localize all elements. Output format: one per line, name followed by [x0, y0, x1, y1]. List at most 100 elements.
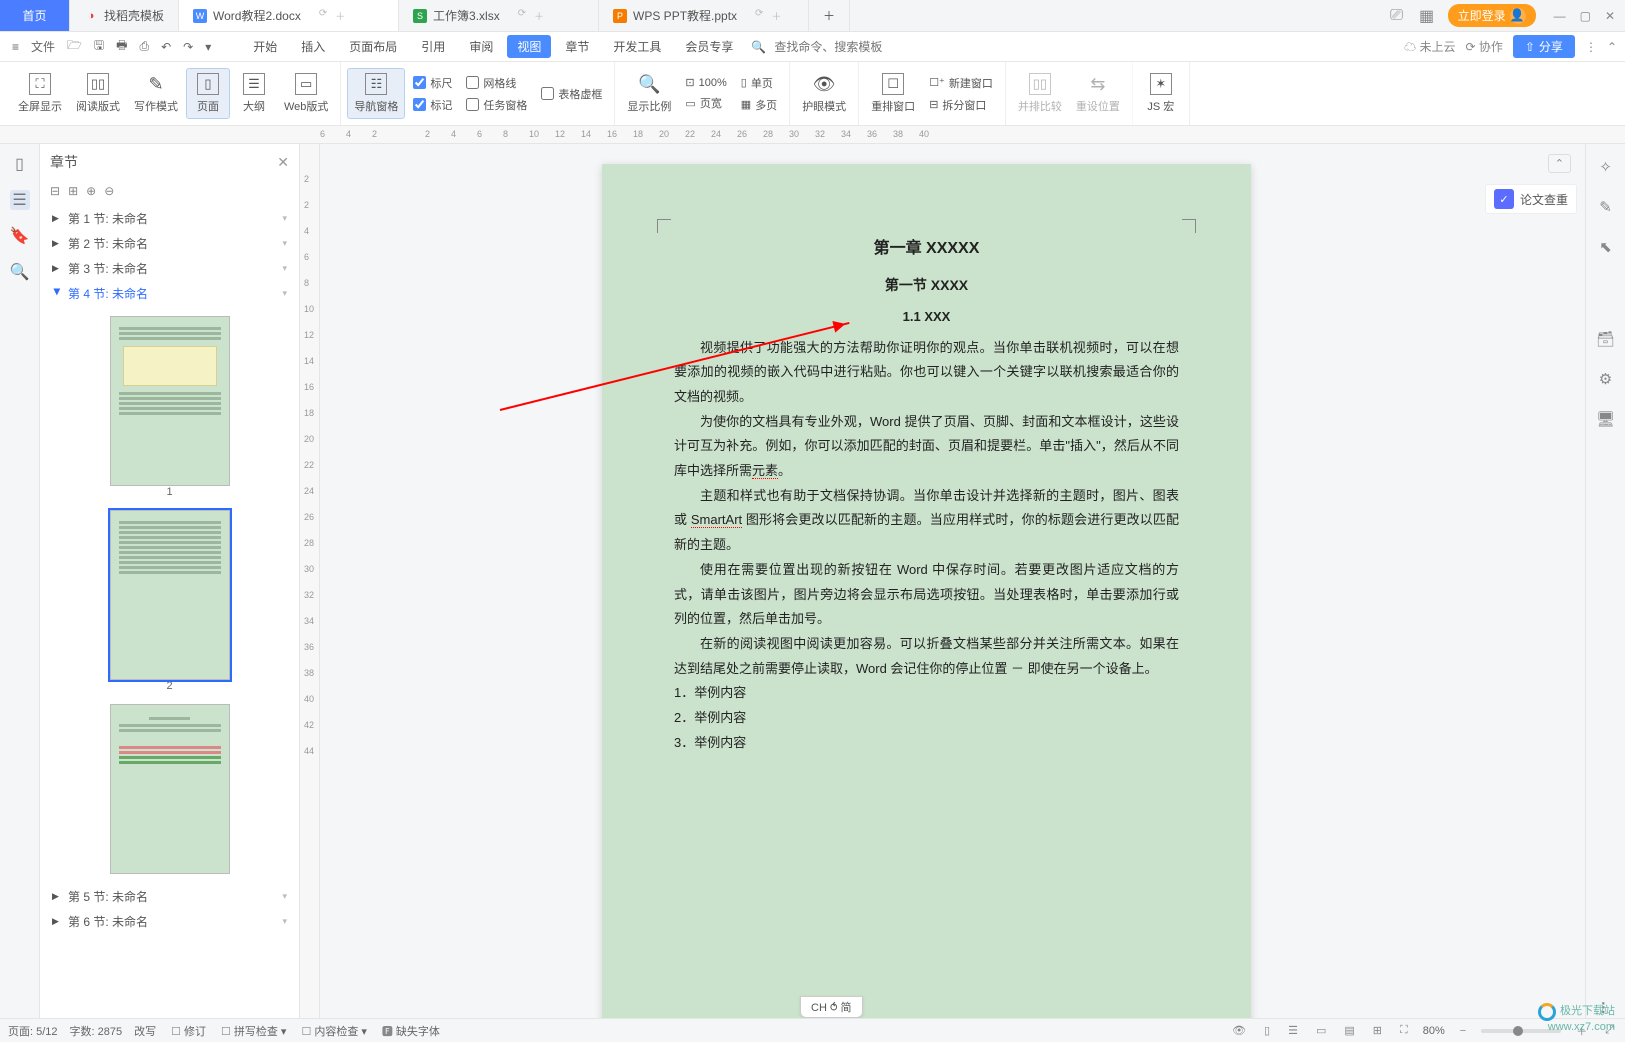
view-eye-icon[interactable]: 👁 — [1229, 1024, 1249, 1037]
dropdown-icon[interactable]: ▾ — [201, 38, 215, 56]
eyecare-button[interactable]: 👁护眼模式 — [796, 69, 852, 118]
section-item-4[interactable]: ▶第 4 节: 未命名▾ — [40, 281, 299, 306]
arrange-button[interactable]: ☐重排窗口 — [865, 69, 921, 118]
undo-icon[interactable]: ↶ — [157, 38, 175, 56]
fullscreen-button[interactable]: ⛶全屏显示 — [12, 69, 68, 118]
status-words[interactable]: 字数: 2875 — [70, 1023, 123, 1039]
tab-ppt[interactable]: P WPS PPT教程.pptx ⟳＋ — [599, 0, 809, 31]
expand-icon[interactable]: ⌃ — [1607, 40, 1617, 54]
tab-close-icon[interactable]: ＋ — [771, 8, 781, 23]
ruler-check[interactable]: 标尺 — [407, 73, 458, 93]
view-page-icon[interactable]: ▯ — [1261, 1024, 1273, 1037]
page-view-button[interactable]: ▯页面 — [186, 68, 230, 119]
redo-icon[interactable]: ↷ — [179, 38, 197, 56]
read-mode-button[interactable]: ▯▯阅读版式 — [70, 69, 126, 118]
grid-check[interactable]: 网格线 — [460, 73, 533, 93]
menu-section[interactable]: 章节 — [555, 35, 599, 58]
preview-icon[interactable]: ⎙ — [135, 37, 153, 56]
section-item-5[interactable]: ▶第 5 节: 未命名▾ — [40, 884, 299, 909]
menu-member[interactable]: 会员专享 — [675, 35, 743, 58]
menu-review[interactable]: 审阅 — [459, 35, 503, 58]
section-item-1[interactable]: ▶第 1 节: 未命名▾ — [40, 206, 299, 231]
sidebar-doc-icon[interactable]: ▯ — [10, 154, 30, 174]
save-icon[interactable]: 🖫 — [90, 34, 108, 59]
maximize-icon[interactable]: ▢ — [1580, 9, 1591, 23]
apps-icon[interactable]: ▦ — [1418, 7, 1436, 25]
view-list-icon[interactable]: ☰ — [1285, 1024, 1301, 1037]
page-thumb-3[interactable] — [110, 704, 230, 874]
mark-check[interactable]: 标记 — [407, 95, 458, 115]
right-tool-device[interactable]: 🖥 — [1596, 410, 1615, 428]
sidebar-nav-icon[interactable]: ☰ — [10, 190, 30, 210]
vertical-ruler[interactable]: 224 6810 121416 182022 242628 303234 363… — [300, 144, 320, 1018]
tab-home[interactable]: 首页 — [0, 0, 70, 31]
table-border-check[interactable]: 表格虚框 — [535, 84, 608, 104]
status-revision[interactable]: ☐修订 — [168, 1023, 206, 1039]
section-item-3[interactable]: ▶第 3 节: 未命名▾ — [40, 256, 299, 281]
status-contentcheck[interactable]: ☐内容检查 ▾ — [298, 1023, 366, 1039]
nav-pane-button[interactable]: ☷导航窗格 — [347, 68, 405, 119]
print-icon[interactable]: 🖶 — [112, 34, 131, 59]
horizontal-ruler[interactable]: 6 4 2 2 4 6 8 10 12 14 16 18 20 22 24 26… — [0, 126, 1625, 144]
page-width[interactable]: ▭ 页宽 — [679, 93, 732, 113]
view-split-icon[interactable]: ⊞ — [1370, 1024, 1385, 1037]
right-tool-edit[interactable]: ✎ — [1599, 198, 1612, 216]
write-mode-button[interactable]: ✎写作模式 — [128, 69, 184, 118]
zoom-button[interactable]: 🔍显示比例 — [621, 69, 677, 118]
close-icon[interactable]: ✕ — [1605, 9, 1615, 23]
web-view-button[interactable]: ▭Web版式 — [278, 69, 334, 118]
panel-close-icon[interactable]: ✕ — [277, 154, 289, 171]
right-tool-1[interactable]: ✧ — [1599, 158, 1612, 176]
scroll-top-button[interactable]: ⌃ — [1548, 154, 1571, 173]
minimize-icon[interactable]: — — [1554, 9, 1566, 23]
view-web-icon[interactable]: ▤ — [1341, 1024, 1357, 1037]
page-thumb-1[interactable] — [110, 316, 230, 486]
fit-icon[interactable]: ⛶ — [1397, 1024, 1411, 1037]
menu-start[interactable]: 开始 — [243, 35, 287, 58]
new-window[interactable]: ☐⁺ 新建窗口 — [923, 73, 999, 93]
search-input[interactable] — [774, 40, 914, 54]
split-window[interactable]: ⊟ 拆分窗口 — [923, 95, 999, 115]
sidebar-bookmark-icon[interactable]: 🔖 — [10, 226, 30, 246]
workspace-icon[interactable]: ⎚ — [1388, 7, 1406, 25]
tab-add[interactable]: ＋ — [809, 0, 850, 31]
menu-insert[interactable]: 插入 — [291, 35, 335, 58]
login-button[interactable]: 立即登录👤 — [1448, 4, 1536, 27]
menu-icon[interactable]: ≡ — [8, 38, 23, 56]
file-menu[interactable]: 文件 — [27, 36, 59, 57]
tab-close-icon[interactable]: ＋ — [534, 8, 544, 23]
ime-indicator[interactable]: CH ⥀ 简 — [800, 996, 863, 1018]
right-tool-cursor[interactable]: ⬉ — [1599, 238, 1612, 256]
sidebar-search-icon[interactable]: 🔍 — [10, 262, 30, 282]
menu-reference[interactable]: 引用 — [411, 35, 455, 58]
right-tool-cube[interactable]: 🗃 — [1596, 330, 1615, 348]
tab-word-doc[interactable]: W Word教程2.docx ⟳＋ — [179, 0, 399, 31]
share-button[interactable]: ⇧ 分享 — [1513, 35, 1575, 58]
zoom-100[interactable]: ⊡ 100% — [679, 74, 732, 91]
view-read-icon[interactable]: ▭ — [1313, 1024, 1329, 1037]
status-page[interactable]: 页面: 5/12 — [8, 1023, 58, 1039]
coop-button[interactable]: ⟳ 协作 — [1465, 38, 1502, 55]
tab-template[interactable]: ◑ 找稻壳模板 — [70, 0, 179, 31]
taskpane-check[interactable]: 任务窗格 — [460, 95, 533, 115]
jsmacro-button[interactable]: ✶JS 宏 — [1139, 69, 1183, 118]
page[interactable]: 第一章 XXXXX 第一节 XXXX 1.1 XXX 视频提供了功能强大的方法帮… — [602, 164, 1251, 1018]
expand-icon[interactable]: ⊞ — [68, 184, 78, 198]
status-missingfont[interactable]: 🅵缺失字体 — [379, 1023, 440, 1039]
right-tool-gear[interactable]: ⚙ — [1599, 370, 1612, 388]
section-item-2[interactable]: ▶第 2 节: 未命名▾ — [40, 231, 299, 256]
tab-close-icon[interactable]: ＋ — [335, 8, 345, 23]
menu-dev[interactable]: 开发工具 — [603, 35, 671, 58]
section-item-6[interactable]: ▶第 6 节: 未命名▾ — [40, 909, 299, 934]
zoom-value[interactable]: 80% — [1423, 1025, 1445, 1037]
more-icon[interactable]: ⋮ — [1585, 40, 1597, 54]
status-trackmode[interactable]: 改写 — [134, 1023, 156, 1039]
open-icon[interactable]: 🗁 — [63, 34, 86, 59]
one-page[interactable]: ▯ 单页 — [735, 73, 783, 93]
document-canvas[interactable]: 第一章 XXXXX 第一节 XXXX 1.1 XXX 视频提供了功能强大的方法帮… — [320, 144, 1585, 1018]
zoom-out-icon[interactable]: − — [1457, 1025, 1469, 1037]
outline-button[interactable]: ☰大纲 — [232, 69, 276, 118]
collapse-icon[interactable]: ⊟ — [50, 184, 60, 198]
cloud-status[interactable]: ☁ 未上云 — [1404, 38, 1455, 55]
menu-view[interactable]: 视图 — [507, 35, 551, 58]
